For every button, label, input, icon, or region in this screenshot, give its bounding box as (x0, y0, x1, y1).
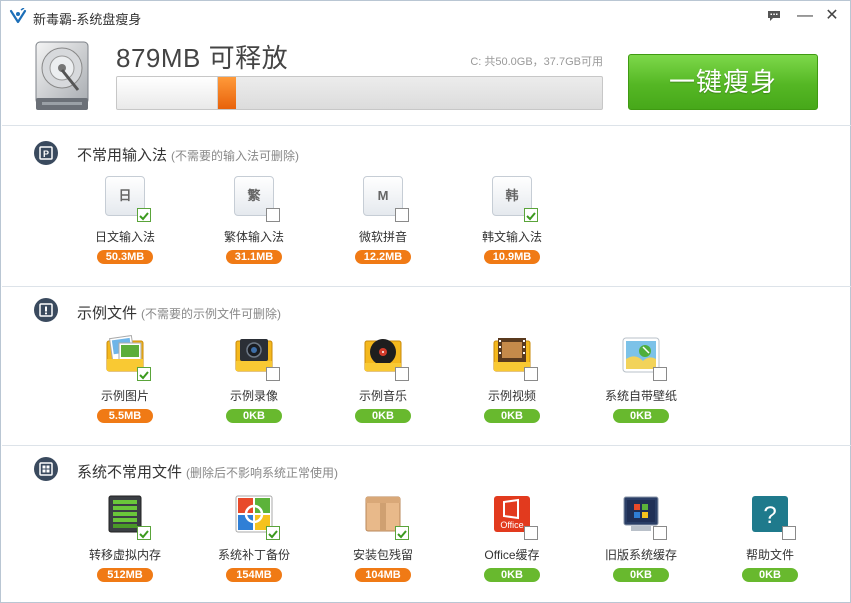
item-label: 旧版系统缓存 (604, 548, 677, 562)
checkbox-korean-ime[interactable] (524, 208, 538, 222)
size-badge: 104MB (355, 568, 411, 582)
hard-disk-icon (35, 41, 89, 110)
disk-usage-fill (117, 77, 218, 109)
checkbox-sample-music[interactable] (395, 367, 409, 381)
checkbox-office-cache[interactable] (524, 526, 538, 540)
alert-icon (34, 298, 58, 322)
item-installer-leftovers[interactable]: 安装包残留 104MB (333, 494, 433, 598)
section-title-input-methods: 不常用输入法 (不需要的输入法可删除) (77, 147, 300, 164)
item-sample-recordings[interactable]: 示例录像 0KB (204, 335, 304, 439)
size-badge: 0KB (355, 409, 411, 423)
item-traditional-ime[interactable]: 繁 繁体输入法 31.1MB (204, 176, 304, 280)
item-ms-pinyin[interactable]: M 微软拼音 12.2MB (333, 176, 433, 280)
reclaim-marker (218, 77, 236, 109)
size-badge: 0KB (226, 409, 282, 423)
close-button[interactable]: ✕ (821, 6, 843, 26)
help-icon-text: ? (763, 502, 776, 529)
checkbox-patch-backup[interactable] (266, 526, 280, 540)
size-badge: 50.3MB (97, 250, 153, 264)
chat-bubble-icon (768, 11, 780, 21)
item-japanese-ime[interactable]: 日 日文输入法 50.3MB (75, 176, 175, 280)
item-label: 示例视频 (487, 389, 536, 403)
disk-info: C: 共50.0GB，37.7GB可用 (470, 56, 603, 68)
size-badge: 31.1MB (226, 250, 282, 264)
checkbox-sample-pictures[interactable] (137, 367, 151, 381)
item-label: 微软拼音 (358, 230, 407, 244)
item-system-wallpapers[interactable]: 系统自带壁纸 0KB (591, 335, 691, 439)
keyboard-p-icon: P (34, 141, 58, 165)
checkmark-icon (139, 371, 149, 380)
size-badge: 0KB (613, 568, 669, 582)
item-label: Office缓存 (484, 548, 540, 562)
item-label: 帮助文件 (745, 548, 794, 562)
feedback-button[interactable] (763, 6, 785, 26)
size-badge: 512MB (97, 568, 153, 582)
item-label: 系统补丁备份 (217, 548, 290, 562)
checkmark-icon (139, 530, 149, 539)
svg-text:P: P (43, 149, 49, 159)
reclaimable-size-title: 879MB 可释放 (116, 43, 289, 73)
item-label: 示例图片 (100, 389, 149, 403)
checkbox-old-system-cache[interactable] (653, 526, 667, 540)
item-sample-music[interactable]: 示例音乐 0KB (333, 335, 433, 439)
item-label: 转移虚拟内存 (88, 548, 161, 562)
checkbox-installer-leftovers[interactable] (395, 526, 409, 540)
item-label: 繁体输入法 (223, 230, 284, 244)
size-badge: 5.5MB (97, 409, 153, 423)
office-icon-text: Office (500, 520, 523, 530)
item-label: 日文输入法 (94, 230, 155, 244)
item-label: 韩文输入法 (481, 230, 542, 244)
checkbox-virtual-memory[interactable] (137, 526, 151, 540)
checkmark-icon (139, 212, 149, 221)
item-old-system-cache[interactable]: 旧版系统缓存 0KB (591, 494, 691, 598)
size-badge: 0KB (742, 568, 798, 582)
item-help-files[interactable]: ? 帮助文件 0KB (720, 494, 820, 598)
size-badge: 0KB (484, 568, 540, 582)
checkbox-japanese-ime[interactable] (137, 208, 151, 222)
checkmark-icon (526, 212, 536, 221)
item-virtual-memory[interactable]: 转移虚拟内存 512MB (75, 494, 175, 598)
item-label: 安装包残留 (352, 548, 413, 562)
item-label: 示例录像 (229, 389, 278, 403)
section-title-system-files: 系统不常用文件 (删除后不影响系统正常使用) (77, 464, 339, 481)
item-label: 示例音乐 (358, 389, 407, 403)
checkmark-icon (397, 530, 407, 539)
checkbox-sample-videos[interactable] (524, 367, 538, 381)
disk-usage-bar (116, 76, 603, 110)
title-bar: 新毒霸-系统盘瘦身 — ✕ (1, 1, 850, 31)
checkbox-ms-pinyin[interactable] (395, 208, 409, 222)
size-badge: 154MB (226, 568, 282, 582)
size-badge: 10.9MB (484, 250, 540, 264)
one-click-slim-button[interactable]: 一键瘦身 (628, 54, 818, 110)
app-window: 新毒霸-系统盘瘦身 — ✕ 879MB 可释放 C: 共50.0GB，37.7G… (0, 0, 851, 603)
checkmark-icon (268, 530, 278, 539)
size-badge: 0KB (613, 409, 669, 423)
item-sample-videos[interactable]: 示例视频 0KB (462, 335, 562, 439)
section-title-sample-files: 示例文件 (不需要的示例文件可删除) (77, 305, 282, 322)
checkbox-system-wallpapers[interactable] (653, 367, 667, 381)
window-title: 新毒霸-系统盘瘦身 (33, 12, 142, 27)
duba-logo-icon (9, 8, 27, 24)
checkbox-traditional-ime[interactable] (266, 208, 280, 222)
divider (2, 125, 851, 126)
minimize-button[interactable]: — (794, 6, 816, 26)
divider (2, 286, 851, 287)
item-patch-backup[interactable]: 系统补丁备份 154MB (204, 494, 304, 598)
item-sample-pictures[interactable]: 示例图片 5.5MB (75, 335, 175, 439)
checkbox-help-files[interactable] (782, 526, 796, 540)
system-files-icon (34, 457, 58, 481)
divider (2, 445, 851, 446)
size-badge: 12.2MB (355, 250, 411, 264)
checkbox-sample-recordings[interactable] (266, 367, 280, 381)
item-label: 系统自带壁纸 (604, 389, 677, 403)
item-korean-ime[interactable]: 韩 韩文输入法 10.9MB (462, 176, 562, 280)
item-office-cache[interactable]: Office Office缓存 0KB (462, 494, 562, 598)
size-badge: 0KB (484, 409, 540, 423)
